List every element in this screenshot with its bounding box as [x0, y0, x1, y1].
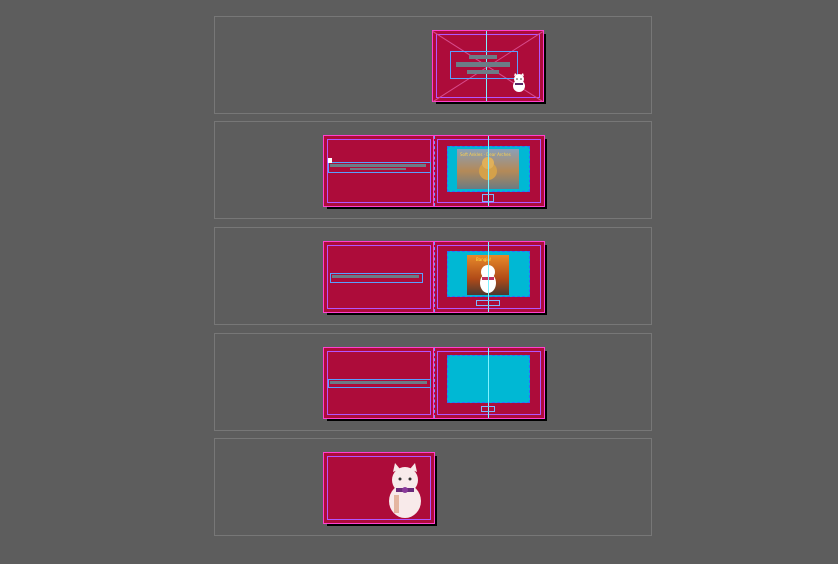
- spine-guide: [434, 136, 435, 206]
- page-left[interactable]: [323, 135, 435, 207]
- spread-row-2[interactable]: Soft Ankles · Dear Arches: [214, 121, 652, 219]
- anchor-icon: [328, 158, 332, 163]
- text-bar: [330, 381, 427, 384]
- spread-row-4[interactable]: [214, 333, 652, 431]
- page-left[interactable]: [323, 241, 435, 313]
- spread-row-3[interactable]: Bangin!: [214, 227, 652, 325]
- page-left[interactable]: [323, 347, 435, 419]
- folio-frame[interactable]: [476, 300, 500, 306]
- spread-row-5[interactable]: [214, 438, 652, 536]
- spread-row-1[interactable]: [214, 16, 652, 114]
- folio-frame[interactable]: [482, 194, 494, 202]
- cat-illustration-icon[interactable]: [386, 463, 424, 519]
- text-bar: [330, 164, 426, 167]
- title-text-bar: [456, 62, 510, 67]
- spine-guide: [434, 348, 435, 418]
- folio-frame[interactable]: [481, 406, 495, 412]
- spine-guide: [434, 242, 435, 312]
- page-right[interactable]: Soft Ankles · Dear Arches: [433, 135, 545, 207]
- page-right[interactable]: [433, 347, 545, 419]
- text-bar: [350, 168, 406, 170]
- page-1[interactable]: [432, 30, 544, 102]
- cat-illustration-icon[interactable]: [511, 73, 527, 93]
- text-bar: [332, 275, 419, 278]
- title-text-bar: [467, 70, 499, 74]
- page-back-cover[interactable]: [323, 452, 435, 524]
- page-right[interactable]: Bangin!: [433, 241, 545, 313]
- title-text-bar: [469, 55, 497, 59]
